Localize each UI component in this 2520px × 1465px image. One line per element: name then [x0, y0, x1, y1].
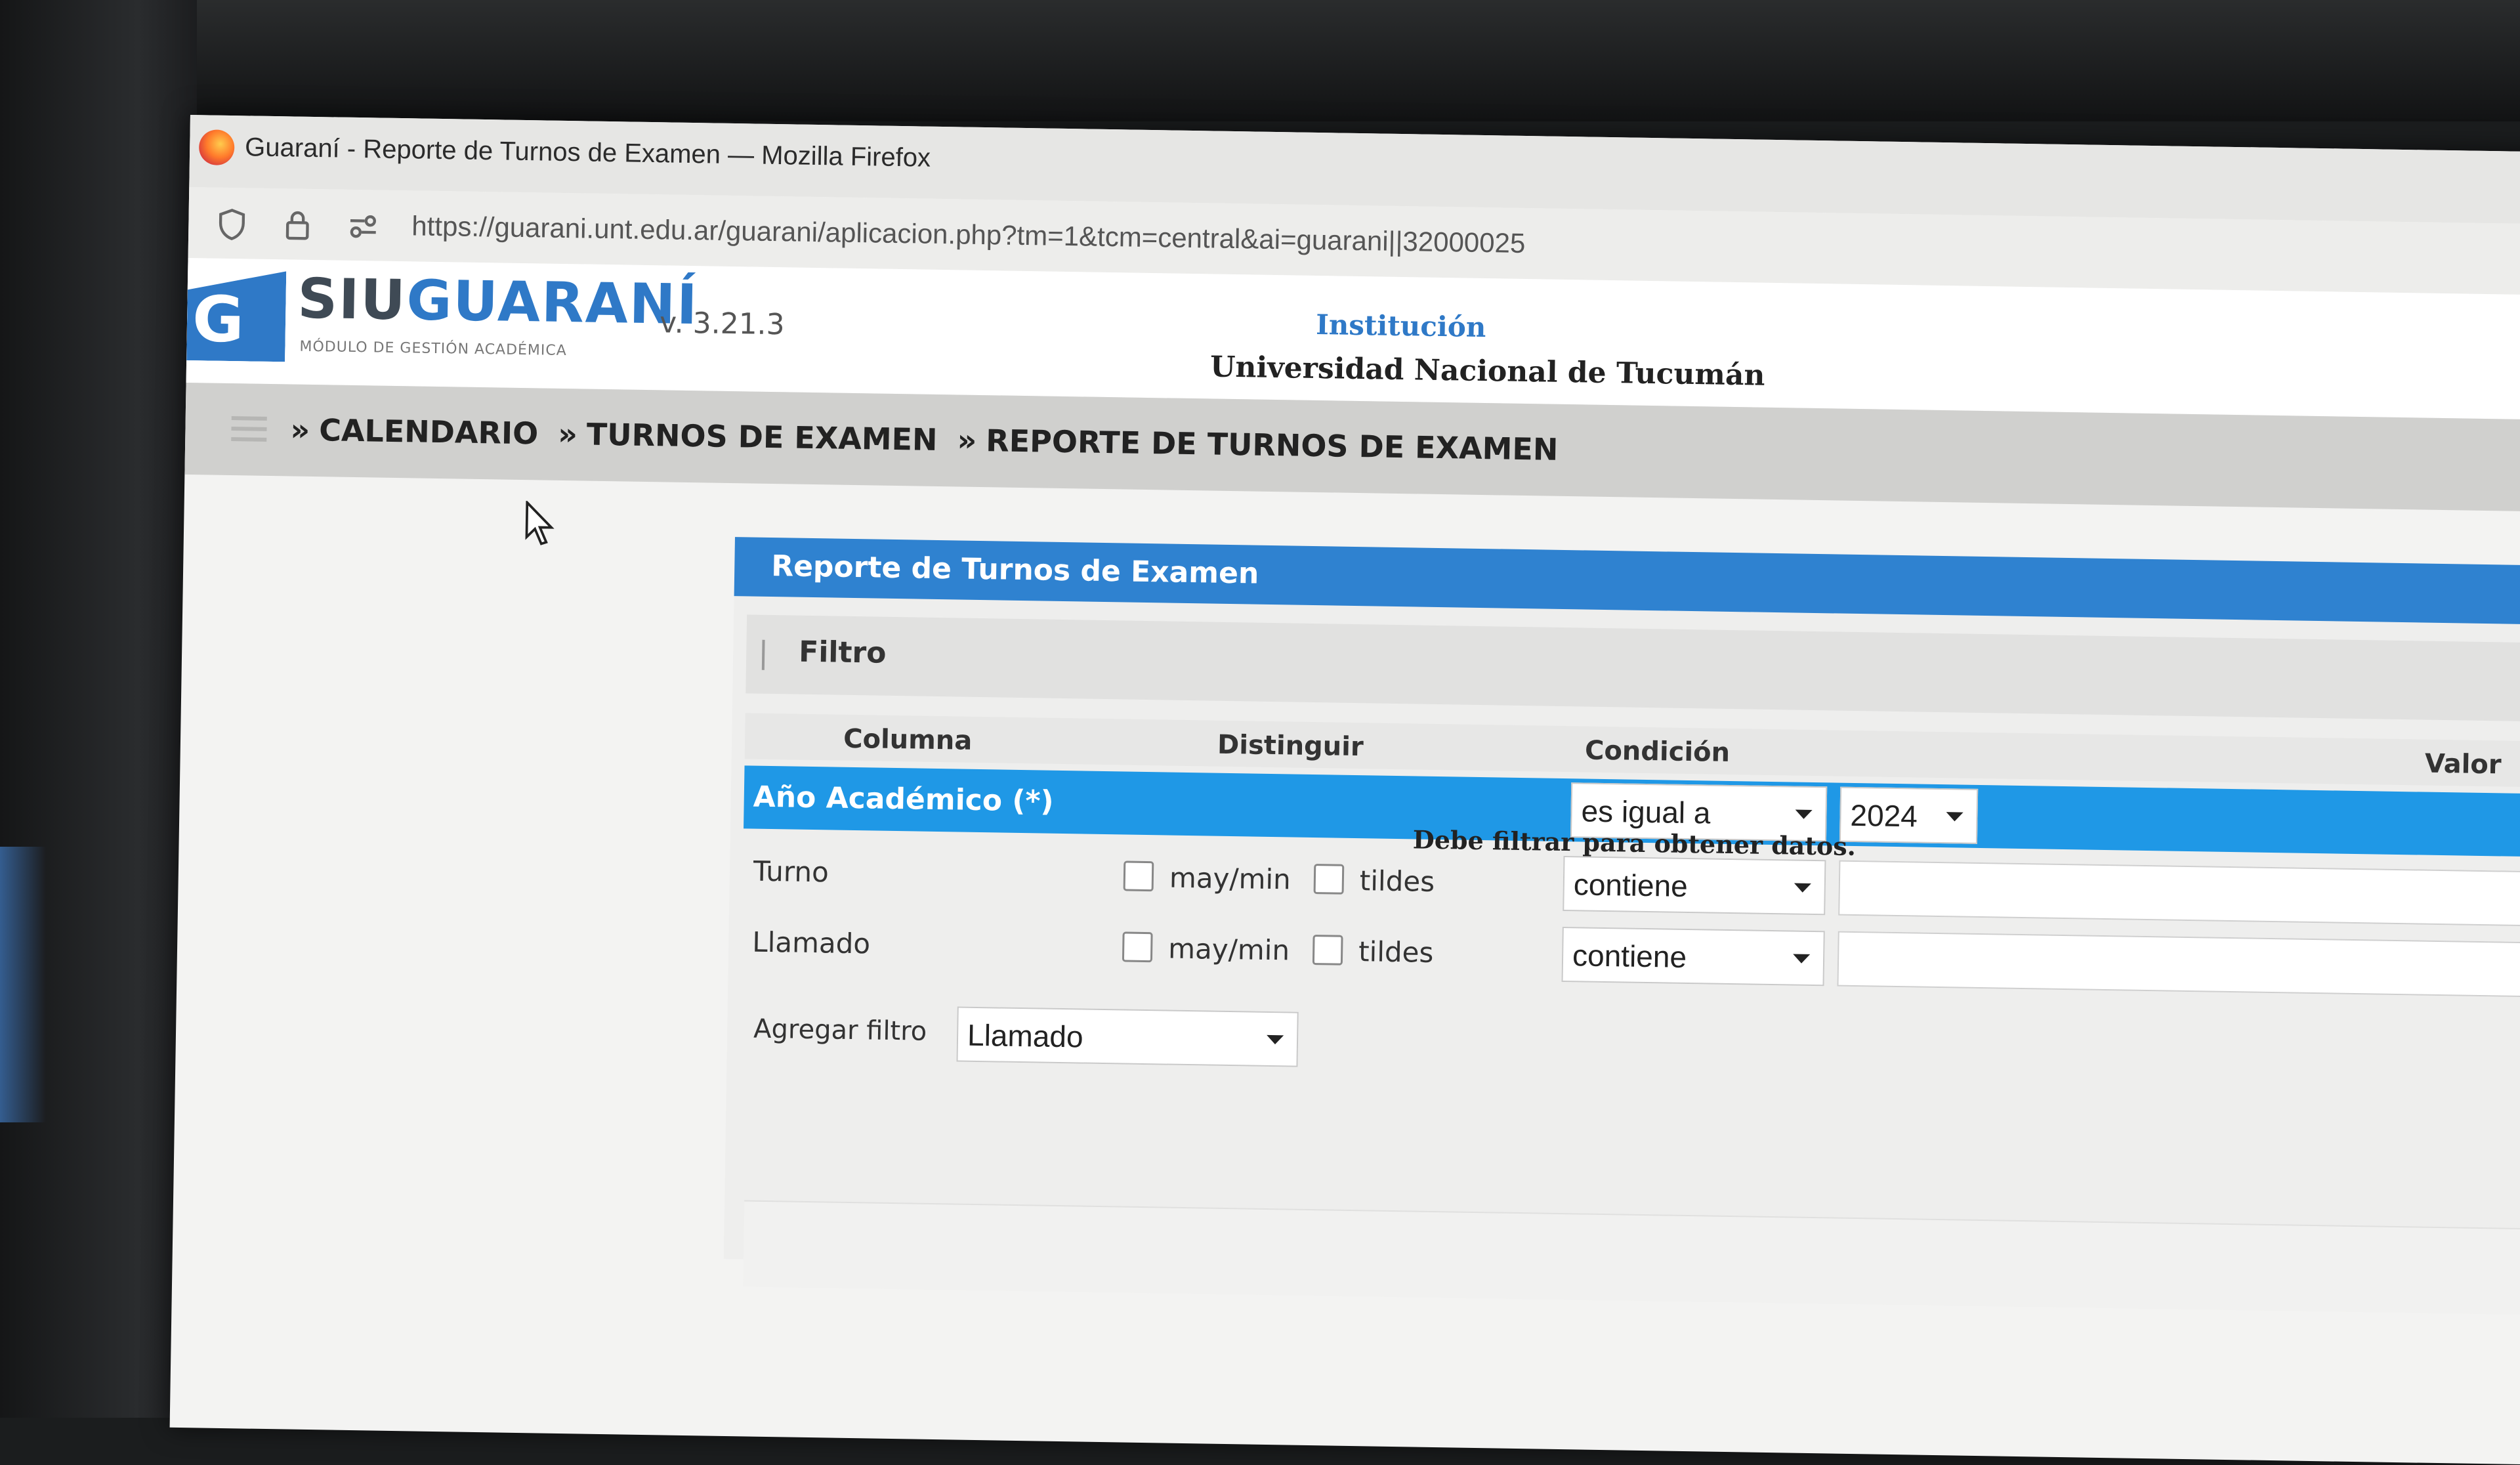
url-text[interactable]: https://guarani.unt.edu.ar/guarani/aplic… [411, 210, 1526, 259]
window-title: Guaraní - Reporte de Turnos de Examen — … [245, 133, 931, 173]
background-glow [0, 847, 46, 1122]
breadcrumb-separator: » [558, 416, 578, 452]
version-label: v. 3.21.3 [660, 306, 785, 341]
filter-row-label-turno: Turno [753, 855, 830, 889]
condition-value: contiene [1573, 866, 1688, 904]
panel-header: Reporte de Turnos de Examen [734, 537, 2520, 625]
accent-label: tildes [1358, 935, 1434, 969]
col-header-condicion: Condición [1585, 736, 1731, 768]
case-checkbox-llamado[interactable] [1122, 931, 1153, 962]
condition-value: es igual a [1581, 793, 1711, 830]
brand-siu: SIU [297, 266, 407, 333]
institution-name: Universidad Nacional de Tucumán [1210, 350, 1765, 392]
mouse-cursor-icon [525, 501, 558, 547]
add-filter-label: Agregar filtro [753, 1014, 927, 1047]
condition-select-turno[interactable]: contiene [1563, 856, 1826, 915]
case-label: may/min [1169, 862, 1292, 896]
filter-toggle[interactable]: Filtro [746, 614, 2520, 722]
chevron-down-icon [1795, 810, 1812, 819]
chevron-down-icon [1946, 812, 1963, 821]
add-filter-value: Llamado [967, 1017, 1083, 1055]
condition-value: contiene [1572, 937, 1687, 975]
filter-collapse-icon [762, 640, 765, 670]
results-area [743, 1200, 2520, 1315]
monitor-bezel-left [0, 0, 197, 1418]
filter-row-label-llamado: Llamado [752, 926, 871, 960]
filter-row-label: Año Académico (*) [753, 780, 1054, 818]
value-text: 2024 [1850, 797, 1918, 834]
value-input-llamado[interactable] [1837, 931, 2520, 998]
chevron-down-icon [1793, 954, 1810, 964]
case-label: may/min [1168, 933, 1290, 967]
col-header-columna: Columna [843, 724, 973, 756]
browser-window: Guaraní - Reporte de Turnos de Examen — … [170, 115, 2520, 1464]
accent-checkbox-llamado[interactable] [1312, 935, 1343, 966]
chevron-down-icon [1794, 883, 1811, 893]
value-input-turno[interactable] [1838, 860, 2520, 927]
value-select-anio[interactable]: 2024 [1839, 787, 1978, 844]
accent-checkbox-turno[interactable] [1314, 864, 1345, 895]
breadcrumb-separator: » [290, 412, 310, 447]
breadcrumb-item-reporte: REPORTE DE TURNOS DE EXAMEN [986, 423, 1559, 467]
lock-icon[interactable] [280, 208, 315, 243]
col-header-distinguir: Distinguir [1217, 730, 1364, 762]
brand-name: SIUGUARANÍ [297, 266, 699, 337]
brand-guarani: GUARANÍ [406, 268, 699, 337]
breadcrumb-item-turnos[interactable]: TURNOS DE EXAMEN [586, 417, 938, 457]
col-header-valor: Valor [2425, 749, 2502, 780]
monitor-bezel-top [0, 0, 2520, 121]
filter-title: Filtro [799, 635, 887, 670]
condition-select-llamado[interactable]: contiene [1562, 927, 1825, 986]
brand-subtitle: MÓDULO DE GESTIÓN ACADÉMICA [299, 339, 567, 359]
panel-title: Reporte de Turnos de Examen [771, 549, 1259, 591]
breadcrumb-trail: »CALENDARIO »TURNOS DE EXAMEN »REPORTE D… [290, 412, 1568, 467]
chevron-down-icon [1267, 1035, 1284, 1044]
breadcrumb-separator: » [957, 422, 977, 457]
shield-icon[interactable] [215, 207, 249, 242]
menu-icon[interactable] [231, 416, 267, 443]
siu-logo-icon: G [186, 270, 286, 362]
report-panel: Reporte de Turnos de Examen Filtro Colum… [724, 537, 2520, 1288]
add-filter-select[interactable]: Llamado [956, 1007, 1298, 1067]
permissions-icon[interactable] [346, 209, 381, 244]
accent-label: tildes [1360, 864, 1435, 898]
firefox-logo-icon [199, 129, 235, 165]
case-checkbox-turno[interactable] [1124, 860, 1154, 891]
institution-label: Institución [1316, 308, 1486, 343]
breadcrumb-item-calendario[interactable]: CALENDARIO [319, 412, 539, 451]
